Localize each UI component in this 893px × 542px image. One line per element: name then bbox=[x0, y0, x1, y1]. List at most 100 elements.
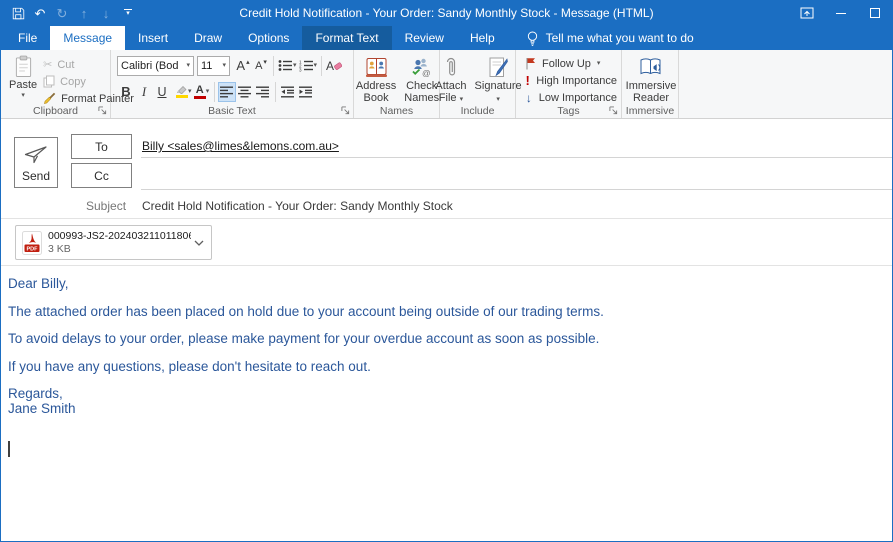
separator bbox=[1, 265, 892, 266]
undo-icon: ↶ bbox=[35, 7, 46, 20]
dialog-launcher-icon bbox=[609, 106, 618, 115]
redo-button[interactable]: ↻ bbox=[51, 2, 73, 24]
save-button[interactable] bbox=[7, 2, 29, 24]
dialog-launcher-icon bbox=[98, 106, 107, 115]
maximize-icon bbox=[870, 8, 880, 18]
send-button[interactable]: Send bbox=[14, 137, 58, 188]
group-tags: Follow Up ▾ ! High Importance ↓ Low Impo… bbox=[516, 50, 622, 118]
highlight-dropdown-icon: ▾ bbox=[188, 88, 192, 95]
paste-icon bbox=[14, 55, 33, 78]
tell-me-search[interactable]: Tell me what you want to do bbox=[516, 26, 704, 50]
svg-text:PDF: PDF bbox=[27, 246, 39, 252]
cut-icon: ✂ bbox=[43, 58, 52, 71]
subject-field[interactable]: Credit Hold Notification - Your Order: S… bbox=[142, 199, 453, 213]
customize-qat-button[interactable]: ▾ bbox=[117, 2, 139, 24]
underline-button[interactable]: U bbox=[153, 82, 171, 102]
clear-formatting-button[interactable]: A bbox=[325, 56, 343, 76]
minimize-button[interactable] bbox=[824, 0, 858, 26]
font-name-combobox[interactable]: Calibri (Bod ▾ bbox=[117, 56, 194, 76]
tab-message[interactable]: Message bbox=[50, 26, 125, 50]
signature-icon bbox=[488, 56, 509, 79]
grow-font-button[interactable]: A▴ bbox=[234, 56, 252, 76]
follow-up-button[interactable]: Follow Up ▾ bbox=[525, 55, 617, 72]
attach-file-button[interactable]: Attach File ▾ bbox=[432, 54, 469, 105]
text-highlight-icon bbox=[175, 85, 188, 98]
chevron-down-icon bbox=[194, 240, 204, 246]
maximize-button[interactable] bbox=[858, 0, 892, 26]
undo-button[interactable]: ↶ bbox=[29, 2, 51, 24]
tab-draw[interactable]: Draw bbox=[181, 26, 235, 50]
high-importance-button[interactable]: ! High Importance bbox=[525, 72, 617, 89]
numbering-button[interactable]: 123 ▾ bbox=[298, 56, 319, 76]
basic-text-dialog-launcher[interactable] bbox=[340, 105, 351, 116]
minimize-icon bbox=[836, 13, 846, 14]
move-up-icon: ↑ bbox=[81, 7, 88, 20]
clear-formatting-icon: A bbox=[326, 59, 334, 73]
attachment-options-button[interactable] bbox=[191, 229, 207, 257]
group-label-immersive: Immersive bbox=[622, 105, 678, 117]
tab-file[interactable]: File bbox=[5, 26, 50, 50]
shrink-font-icon: A bbox=[255, 60, 262, 72]
font-size-combobox[interactable]: 11 ▾ bbox=[197, 56, 230, 76]
move-down-icon: ↓ bbox=[103, 7, 110, 20]
tab-format-text[interactable]: Format Text bbox=[302, 26, 391, 50]
bold-button[interactable]: B bbox=[117, 82, 135, 102]
window-controls bbox=[790, 0, 892, 26]
immersive-reader-button[interactable]: Immersive Reader bbox=[623, 54, 680, 105]
cut-label: Cut bbox=[57, 59, 74, 71]
high-importance-label: High Importance bbox=[536, 75, 617, 87]
tab-options[interactable]: Options bbox=[235, 26, 302, 50]
align-center-button[interactable] bbox=[236, 82, 254, 102]
copy-icon bbox=[43, 75, 55, 88]
to-recipient[interactable]: Billy <sales@limes&lemons.com.au> bbox=[142, 139, 339, 153]
clipboard-dialog-launcher[interactable] bbox=[97, 105, 108, 116]
group-label-clipboard: Clipboard bbox=[1, 105, 110, 117]
italic-button[interactable]: I bbox=[135, 82, 153, 102]
address-book-button[interactable]: Address Book bbox=[353, 54, 399, 105]
ribbon-display-options-button[interactable] bbox=[790, 0, 824, 26]
ribbon-empty-area bbox=[679, 50, 892, 118]
cc-field-underline[interactable] bbox=[141, 189, 892, 190]
tags-dialog-launcher[interactable] bbox=[608, 105, 619, 116]
tab-help[interactable]: Help bbox=[457, 26, 508, 50]
shrink-font-button[interactable]: A▾ bbox=[252, 56, 270, 76]
separator bbox=[321, 56, 322, 76]
paste-button[interactable]: Paste ▾ bbox=[9, 55, 37, 107]
cc-button[interactable]: Cc bbox=[71, 163, 132, 188]
follow-up-label: Follow Up bbox=[542, 58, 591, 70]
grow-font-icon: A bbox=[236, 58, 245, 73]
message-body-editor[interactable]: Dear Billy, The attached order has been … bbox=[8, 276, 882, 541]
font-color-button[interactable]: A ▾ bbox=[193, 82, 211, 102]
separator bbox=[214, 82, 215, 102]
separator bbox=[1, 218, 892, 219]
align-left-button[interactable] bbox=[218, 82, 236, 102]
tab-review[interactable]: Review bbox=[392, 26, 457, 50]
group-label-include: Include bbox=[440, 105, 515, 117]
increase-indent-button[interactable] bbox=[297, 82, 315, 102]
align-right-button[interactable] bbox=[254, 82, 272, 102]
low-importance-button[interactable]: ↓ Low Importance bbox=[525, 89, 617, 106]
signature-dropdown-icon: ▾ bbox=[496, 96, 500, 103]
increase-indent-icon bbox=[299, 86, 313, 98]
immersive-reader-label: Immersive Reader bbox=[626, 80, 677, 104]
move-up-button[interactable]: ↑ bbox=[73, 2, 95, 24]
align-left-icon bbox=[220, 86, 234, 98]
tell-me-label: Tell me what you want to do bbox=[546, 31, 694, 45]
text-highlight-button[interactable]: ▾ bbox=[174, 82, 193, 102]
to-field-underline[interactable] bbox=[141, 157, 892, 158]
tab-insert[interactable]: Insert bbox=[125, 26, 181, 50]
move-down-button[interactable]: ↓ bbox=[95, 2, 117, 24]
attachment-chip[interactable]: PDF 000993-JS2-20240321101180660.PDF 3 K… bbox=[15, 225, 212, 260]
format-painter-icon bbox=[43, 92, 56, 105]
separator bbox=[273, 56, 274, 76]
decrease-indent-button[interactable] bbox=[279, 82, 297, 102]
to-button[interactable]: To bbox=[71, 134, 132, 159]
paper-plane-icon bbox=[23, 144, 49, 166]
bullets-button[interactable]: ▾ bbox=[277, 56, 298, 76]
group-basic-text: Calibri (Bod ▾ 11 ▾ A▴ A▾ bbox=[111, 50, 354, 118]
numbering-icon: 123 bbox=[299, 59, 314, 72]
group-clipboard: Paste ▾ ✂ Cut Copy Format Painter bbox=[1, 50, 111, 118]
dialog-launcher-icon bbox=[341, 106, 350, 115]
group-label-tags: Tags bbox=[516, 105, 621, 117]
low-importance-label: Low Importance bbox=[539, 92, 617, 104]
